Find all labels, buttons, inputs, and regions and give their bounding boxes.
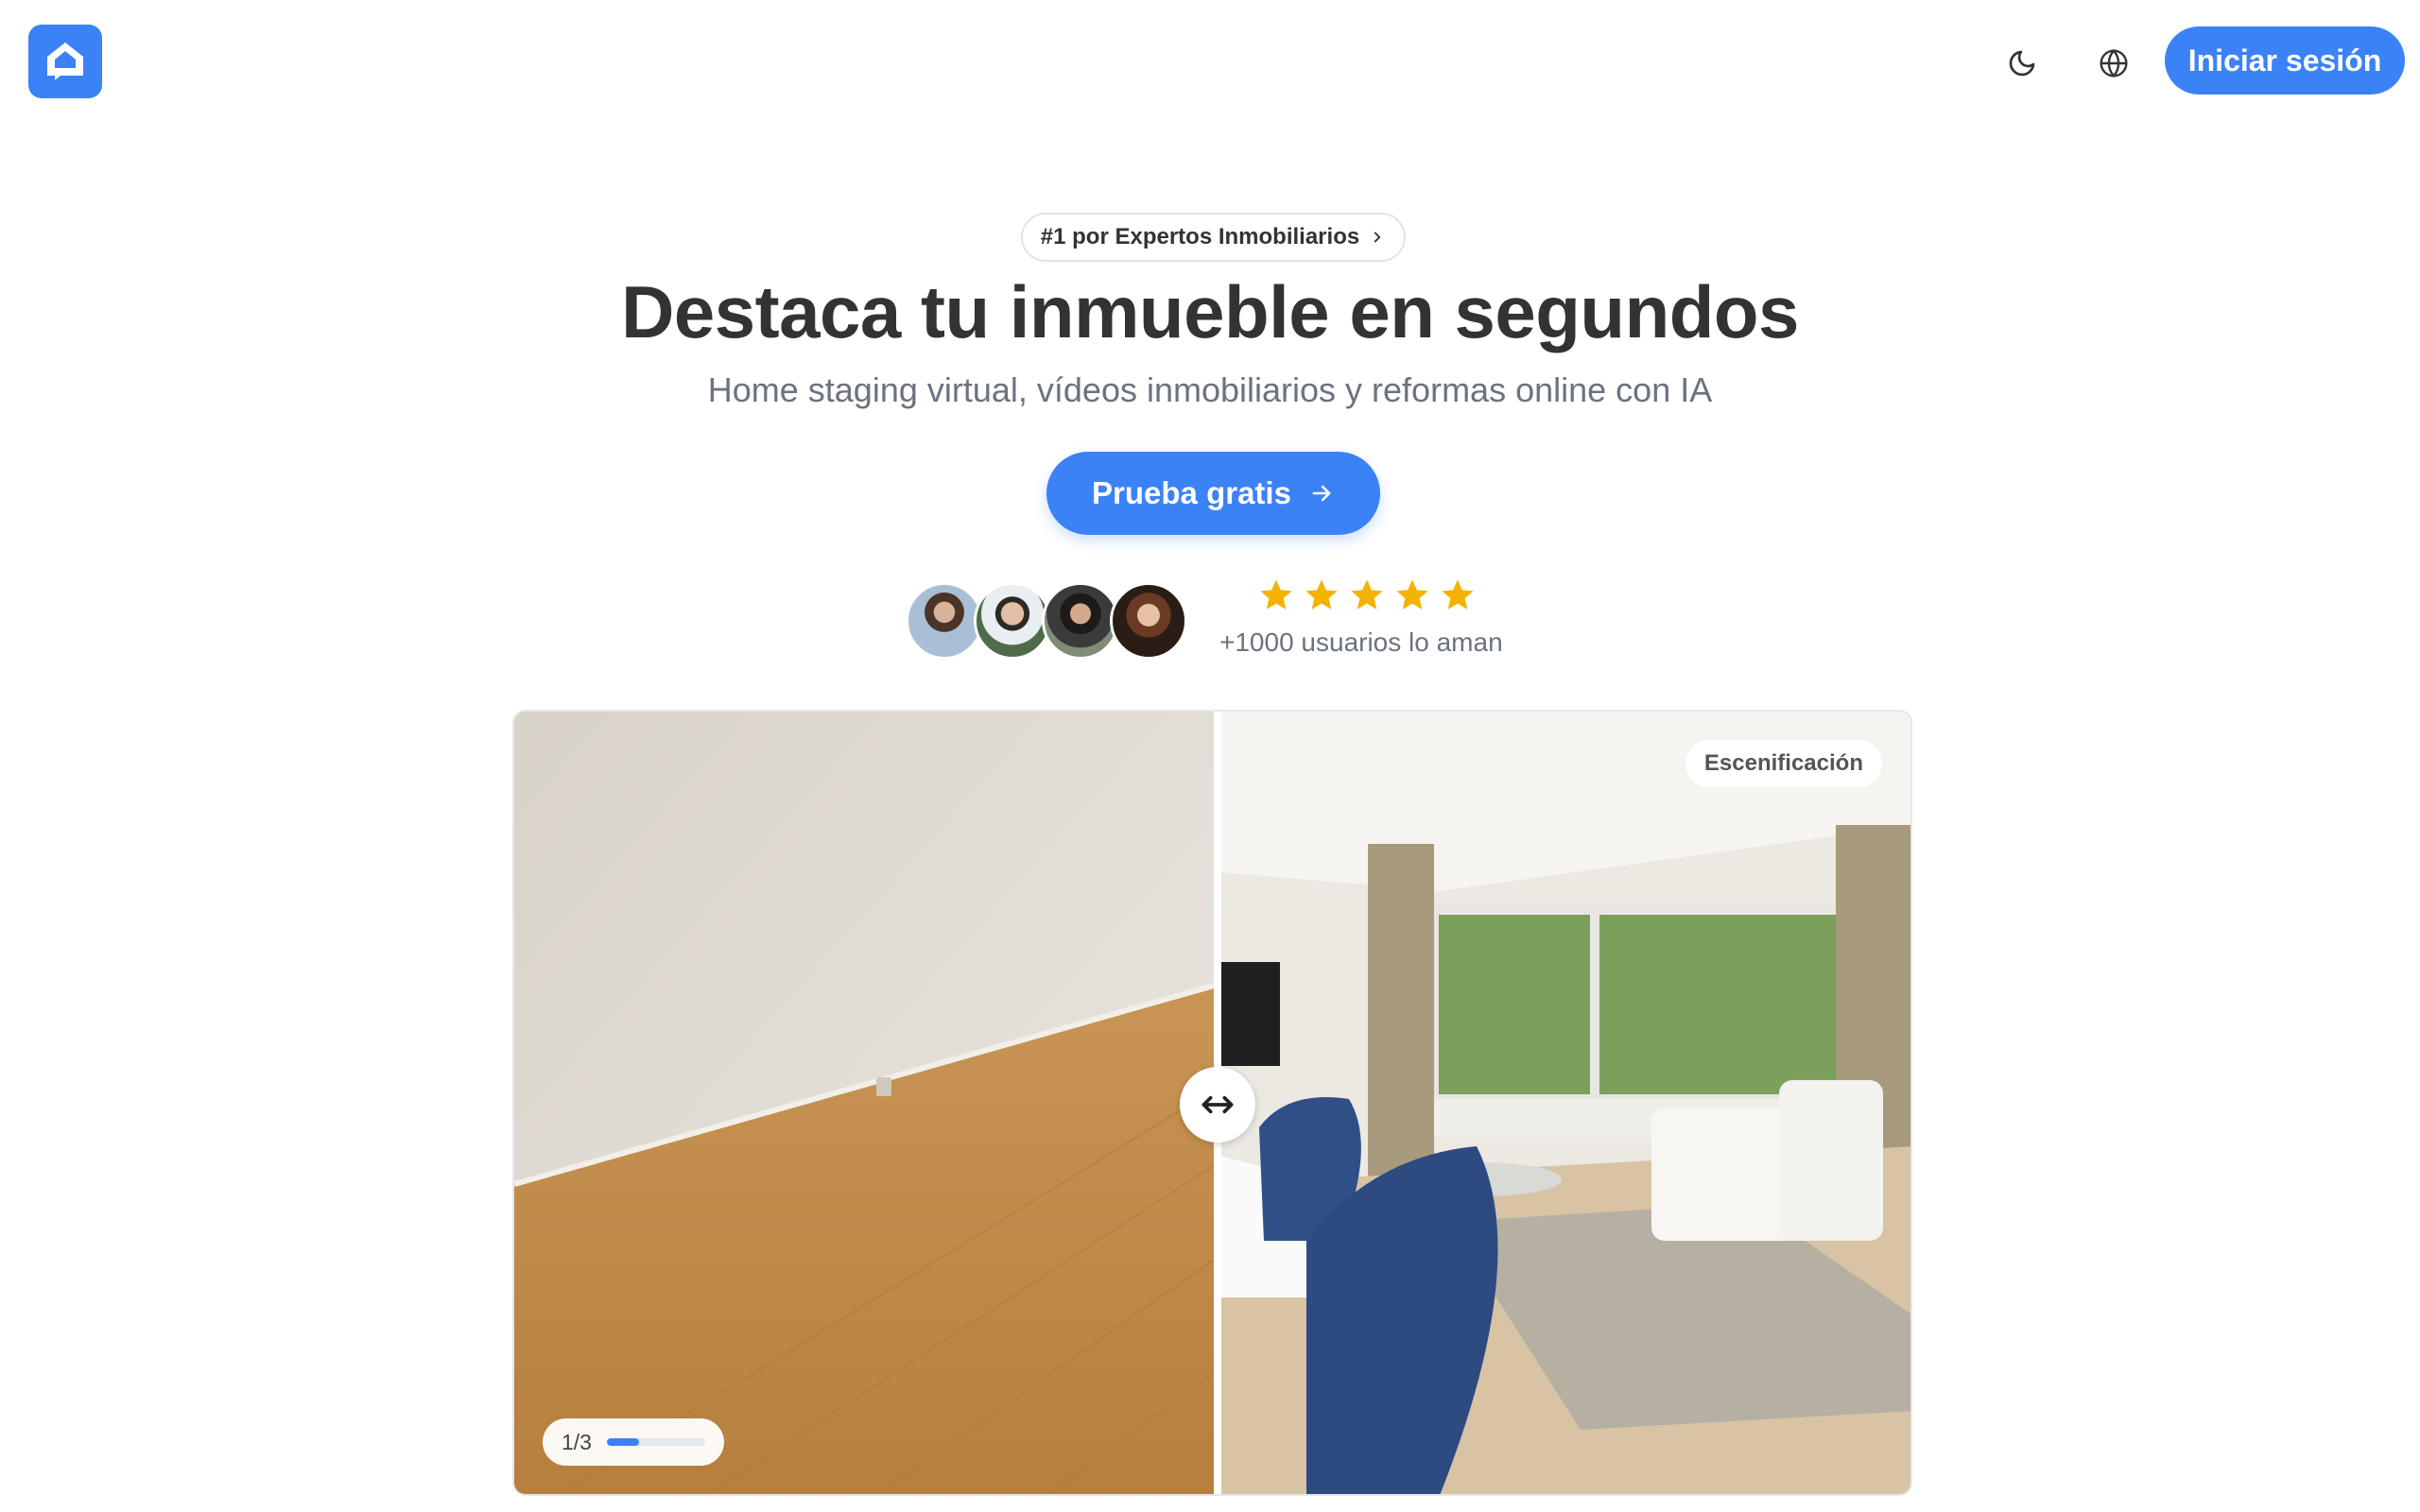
login-button[interactable]: Iniciar sesión <box>2165 26 2405 94</box>
star-icon <box>1351 579 1383 610</box>
moon-icon <box>2009 50 2035 77</box>
try-free-label: Prueba gratis <box>1092 475 1291 510</box>
try-free-button[interactable]: Prueba gratis <box>1046 452 1380 535</box>
slide-progress-fill <box>606 1438 640 1446</box>
user-avatars <box>906 582 1189 660</box>
avatar <box>906 582 983 660</box>
after-image <box>1221 712 1910 1494</box>
page-subtitle: Home staging virtual, vídeos inmobiliari… <box>707 370 1713 409</box>
before-after-slider[interactable]: Escenificación 1/3 <box>512 710 1912 1496</box>
star-icon <box>1260 579 1292 610</box>
star-icon <box>1396 579 1428 610</box>
badge-label: #1 por Expertos Inmobiliarios <box>1040 224 1360 249</box>
globe-icon <box>2100 48 2128 78</box>
slide-progress-bar <box>606 1438 705 1446</box>
house-logo-icon <box>47 43 83 80</box>
language-button[interactable] <box>2083 32 2145 94</box>
expert-badge[interactable]: #1 por Expertos Inmobiliarios <box>1021 213 1406 262</box>
star-icon <box>1305 579 1338 610</box>
slide-counter-label: 1/3 <box>562 1429 592 1454</box>
theme-toggle-button[interactable] <box>1991 32 2053 94</box>
avatar <box>1110 582 1187 660</box>
staging-tag: Escenificación <box>1685 740 1882 787</box>
star-icon <box>1442 579 1474 610</box>
arrow-right-icon <box>1312 485 1331 502</box>
arrows-horizontal-icon <box>1201 1095 1234 1114</box>
rating-stars <box>1257 576 1477 614</box>
slide-counter: 1/3 <box>543 1418 724 1466</box>
users-love-text: +1000 usuarios lo aman <box>1219 627 1503 657</box>
logo[interactable] <box>28 25 102 98</box>
avatar <box>974 582 1051 660</box>
chevron-right-icon <box>1374 232 1381 243</box>
slider-handle[interactable] <box>1180 1067 1255 1143</box>
before-image <box>514 712 1215 1494</box>
avatar <box>1042 582 1119 660</box>
page-title: Destaca tu inmueble en segundos <box>621 270 1799 353</box>
